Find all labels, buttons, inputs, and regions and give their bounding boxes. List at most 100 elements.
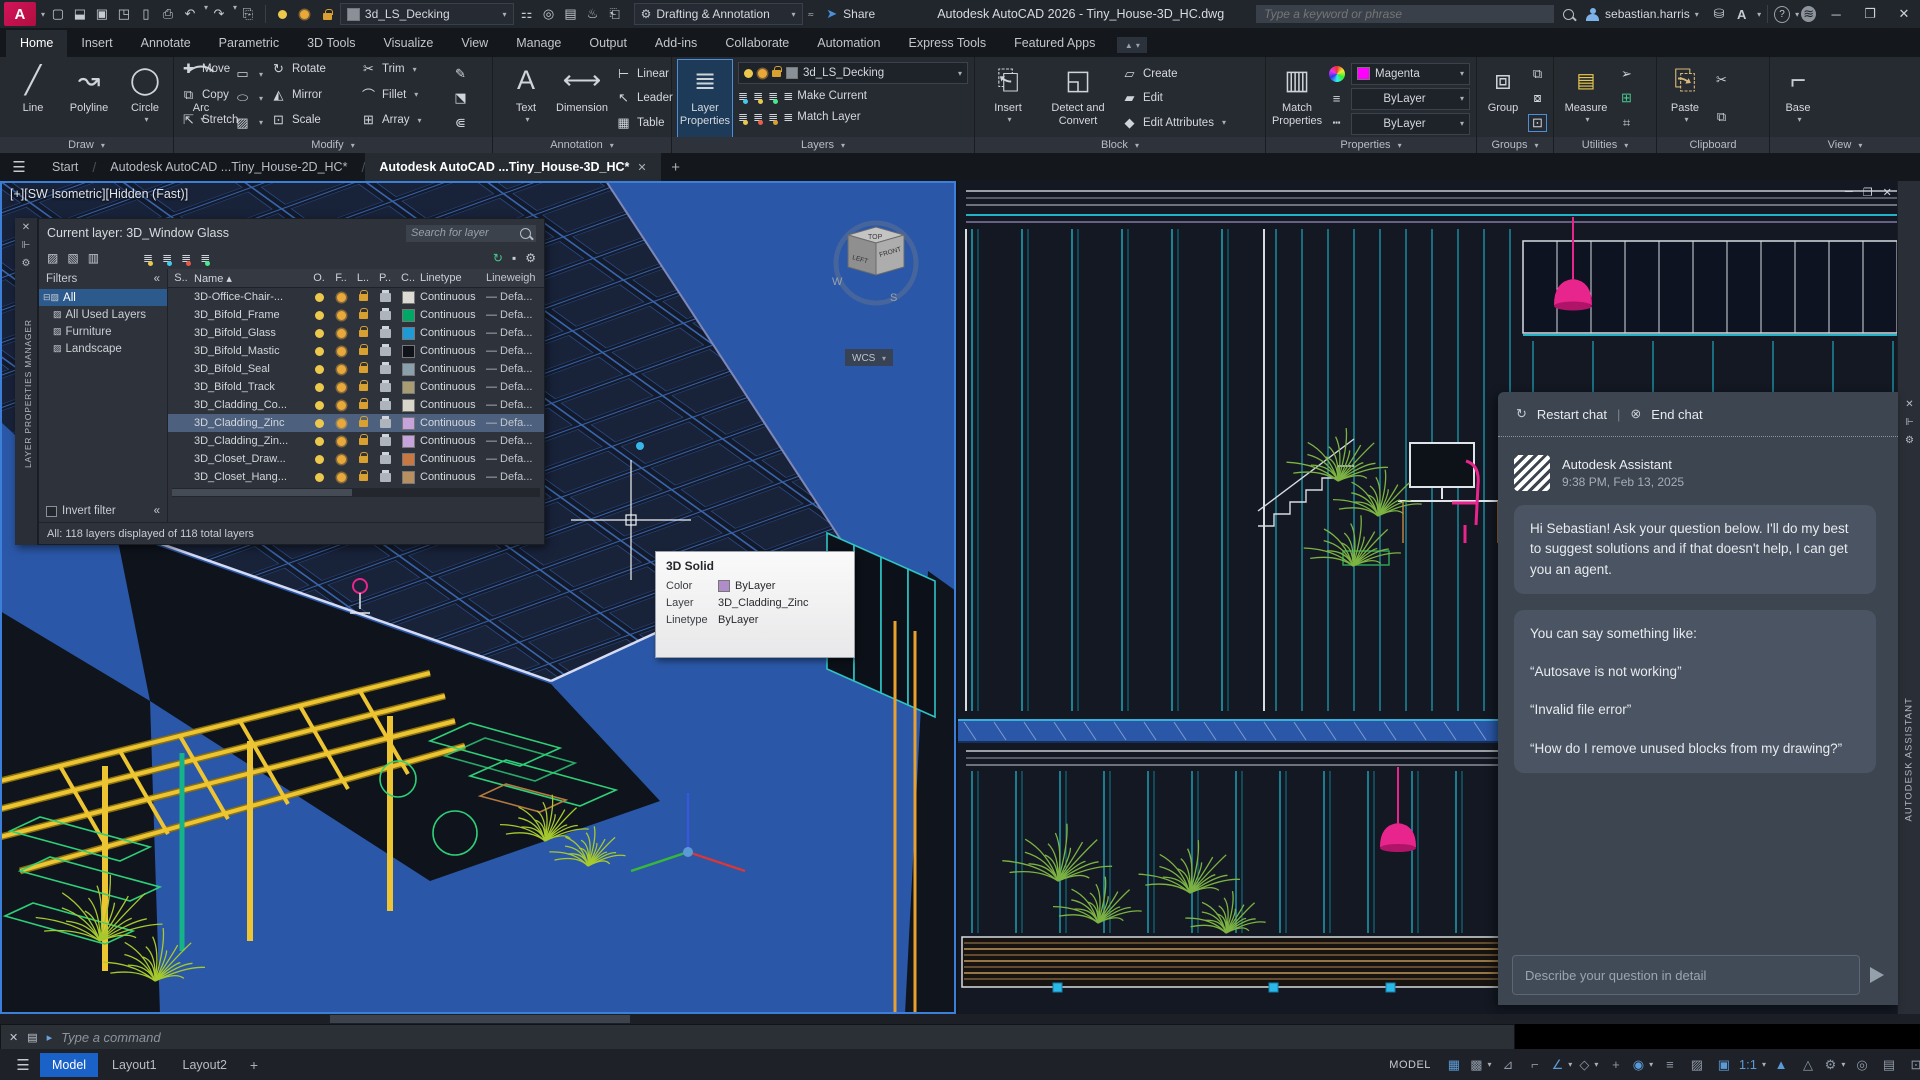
layer-row-3d-cladding-zinc[interactable]: 3D_Cladding_ZincContinuous— Defa... — [168, 414, 544, 432]
layer-lock-icon[interactable] — [352, 312, 374, 319]
palette-properties-icon[interactable]: ⚙ — [22, 258, 31, 269]
panel-label-annotation[interactable]: Annotation▾ — [493, 137, 671, 153]
annotation-scale-button[interactable]: 1:1▾ — [1739, 1054, 1766, 1076]
sheet-set-icon[interactable]: ⎗ — [604, 3, 626, 25]
column-header-s[interactable]: S.. — [168, 272, 194, 284]
app-menu-button[interactable]: A — [4, 2, 36, 26]
join-icon[interactable]: ⋐ — [452, 115, 469, 131]
button-copy[interactable]: ⧉Copy — [180, 86, 266, 104]
layer-linetype[interactable]: Continuous — [420, 345, 486, 357]
settings-gear-icon[interactable]: ⚙ — [525, 251, 536, 265]
button-trim[interactable]: ✂Trim▾ — [360, 60, 446, 78]
layer-walk-icon[interactable]: ▤ — [560, 3, 582, 25]
close-button[interactable]: ✕ — [1888, 2, 1920, 26]
layer-plot-icon[interactable] — [374, 383, 396, 392]
layer-color-swatch[interactable] — [396, 327, 420, 340]
layer-on-icon[interactable] — [308, 455, 330, 464]
button-move[interactable]: ✚Move — [180, 60, 266, 78]
layer-on-icon[interactable] — [308, 347, 330, 356]
fillet-caret[interactable]: ▾ — [414, 90, 418, 99]
layer-lineweight[interactable]: — Defa... — [486, 291, 544, 303]
button-scale[interactable]: ⊡Scale — [270, 111, 356, 129]
layer-color-swatch[interactable] — [396, 345, 420, 358]
layer-plot-icon[interactable] — [374, 473, 396, 482]
column-header-c[interactable]: C.. — [396, 272, 420, 284]
model-space-label[interactable]: MODEL — [1389, 1059, 1431, 1071]
panel-draw-caret[interactable]: ▾ — [101, 141, 105, 150]
add-layout-button[interactable]: + — [241, 1057, 267, 1073]
layer-plot-icon[interactable] — [374, 311, 396, 320]
layer-freeze-icon[interactable] — [330, 437, 352, 446]
layer-search-input[interactable]: Search for layer — [406, 225, 536, 242]
layer-freeze-icon[interactable] — [330, 293, 352, 302]
lineweight-icon[interactable]: ≡ — [1658, 1054, 1682, 1076]
file-tab-close-icon[interactable]: ✕ — [637, 161, 646, 174]
match-properties-button[interactable]: ▥ Match Properties — [1272, 60, 1322, 137]
layer-row-3d-bifold-seal[interactable]: 3D_Bifold_SealContinuous— Defa... — [168, 360, 544, 378]
layer-linetype[interactable]: Continuous — [420, 327, 486, 339]
layer-lineweight[interactable]: — Defa... — [486, 399, 544, 411]
layer-lock-icon[interactable] — [352, 438, 374, 445]
layer-freeze-icon[interactable] — [330, 329, 352, 338]
ribbon-tab-collaborate[interactable]: Collaborate — [711, 30, 803, 57]
layer-on-icon[interactable] — [308, 329, 330, 338]
panel-label-layers[interactable]: Layers▾ — [672, 137, 974, 153]
palette-close-icon[interactable]: ✕ — [22, 222, 30, 233]
panel-utilities-caret[interactable]: ▾ — [1624, 141, 1628, 150]
new-layer-vp-frozen-icon[interactable]: ≣ — [162, 251, 172, 265]
linetype-dropdown[interactable]: ByLayer▾ — [1351, 113, 1470, 135]
detect-convert-button[interactable]: ◱ Detect and Convert — [1041, 60, 1115, 137]
button-array[interactable]: ⊞Array▾ — [360, 111, 446, 129]
column-header-l[interactable]: L.. — [352, 272, 374, 284]
ribbon-tab-featured-apps[interactable]: Featured Apps — [1000, 30, 1109, 57]
layer-grid-header[interactable]: S..Name ▴O.F..L..P..C..LinetypeLineweigh — [168, 269, 544, 288]
command-customize-icon[interactable]: ▤ — [27, 1031, 37, 1044]
user-caret-icon[interactable]: ▾ — [1695, 10, 1699, 19]
layout-tab-layout1[interactable]: Layout1 — [100, 1053, 168, 1077]
panel-label-modify[interactable]: Modify▾ — [174, 137, 492, 153]
plot-icon[interactable]: ⎙ — [157, 3, 179, 25]
drawing-minimize-icon[interactable]: ─ — [1845, 186, 1853, 199]
collapse-filters-icon[interactable]: « — [154, 273, 160, 285]
edit-attributes-button[interactable]: ◆Edit Attributes▾ — [1121, 114, 1226, 132]
column-header-linetype[interactable]: Linetype — [420, 272, 486, 284]
annotation-monitor-icon[interactable]: ◎ — [1850, 1054, 1874, 1076]
layer-lock-icon[interactable] — [352, 294, 374, 301]
layer-freeze-icon[interactable] — [330, 311, 352, 320]
layer-lineweight[interactable]: — Defa... — [486, 453, 544, 465]
layer-lineweight[interactable]: — Defa... — [486, 417, 544, 429]
workspace-gear-icon[interactable]: ⚙▾ — [1823, 1054, 1847, 1076]
quick-select-icon[interactable]: ➢ — [1618, 66, 1635, 82]
ribbon-tab-view[interactable]: View — [447, 30, 502, 57]
layer-on-icon[interactable] — [308, 419, 330, 428]
layer-unlock-icon[interactable] — [317, 3, 338, 25]
button-rotate[interactable]: ↻Rotate — [270, 60, 356, 78]
command-close-icon[interactable]: ✕ — [9, 1031, 18, 1044]
layer-color-swatch[interactable] — [396, 381, 420, 394]
layer-on-icon[interactable] — [308, 401, 330, 410]
file-tab-0[interactable]: Start — [38, 153, 92, 181]
clean-screen-icon[interactable]: ⊡ — [1904, 1054, 1920, 1076]
collapse-invert-icon[interactable]: « — [154, 505, 160, 517]
button-stretch[interactable]: ⇱Stretch — [180, 111, 266, 129]
column-header-lineweigh[interactable]: Lineweigh — [486, 272, 544, 284]
wcs-chip[interactable]: WCS ▾ — [845, 349, 893, 366]
ribbon-tab-home[interactable]: Home — [6, 30, 67, 57]
edit-block-button[interactable]: ▰Edit — [1121, 89, 1226, 107]
delete-layer-icon[interactable]: ≣ — [181, 251, 191, 265]
layer-linetype[interactable]: Continuous — [420, 471, 486, 483]
layer-on-icon[interactable] — [308, 311, 330, 320]
circle-caret[interactable]: ▾ — [144, 115, 148, 124]
new-drawing-tab-button[interactable]: + — [661, 153, 691, 181]
column-header-p[interactable]: P.. — [374, 272, 396, 284]
layer-freeze-icon[interactable] — [330, 419, 352, 428]
layer-row-3d-cladding-co[interactable]: 3D_Cladding_Co...Continuous— Defa... — [168, 396, 544, 414]
layer-on-icon[interactable] — [308, 437, 330, 446]
ribbon-tab-parametric[interactable]: Parametric — [205, 30, 293, 57]
button-mirror[interactable]: ◭Mirror — [270, 86, 356, 104]
layer-row-3d-office-chair[interactable]: 3D-Office-Chair-...Continuous— Defa... — [168, 288, 544, 306]
feedback-icon[interactable]: ≋ — [1801, 6, 1816, 22]
share-button[interactable]: Share — [843, 7, 875, 21]
assistant-autohide-icon[interactable]: ⊩ — [1898, 413, 1920, 431]
make-current-button[interactable]: ≣ ≣ ≣ ≣ Make Current — [738, 87, 968, 105]
